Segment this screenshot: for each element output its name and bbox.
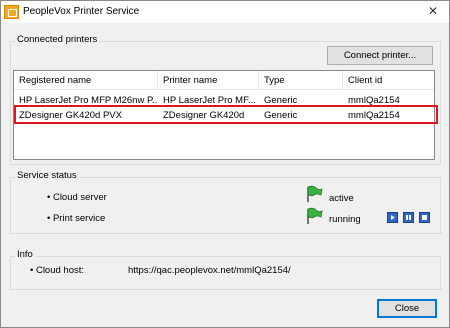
green-flag-icon: [305, 207, 323, 225]
printer-service-window: PeopleVox Printer Service ✕ Connected pr…: [0, 0, 450, 328]
connected-printers-label: Connected printers: [15, 34, 100, 45]
info-label: Info: [15, 249, 35, 260]
connect-printer-button[interactable]: Connect printer...: [327, 46, 433, 65]
window-title: PeopleVox Printer Service: [23, 6, 140, 17]
green-flag-icon: [305, 185, 323, 203]
cloud-host-label: • Cloud host:: [30, 265, 85, 276]
column-header-printer-name[interactable]: Printer name: [158, 71, 259, 90]
stop-icon[interactable]: [419, 212, 430, 223]
print-service-status: running: [329, 214, 361, 225]
close-icon[interactable]: ✕: [425, 3, 441, 19]
service-status-label: Service status: [15, 170, 79, 181]
cloud-host-value: https://qac.peoplevox.net/mmlQa2154/: [128, 265, 291, 276]
pause-icon[interactable]: [403, 212, 414, 223]
column-header-client-id[interactable]: Client id: [343, 71, 434, 90]
listview-header: Registered name Printer name Type Client…: [14, 71, 434, 90]
title-bar: PeopleVox Printer Service ✕: [1, 1, 449, 23]
row-highlight-box: [14, 105, 438, 124]
column-header-type[interactable]: Type: [259, 71, 343, 90]
cloud-server-status: active: [329, 193, 354, 204]
column-header-registered-name[interactable]: Registered name: [14, 71, 158, 90]
print-service-label: • Print service: [47, 213, 106, 224]
peoplevox-logo-icon: [4, 5, 19, 19]
play-icon[interactable]: [387, 212, 398, 223]
cloud-server-label: • Cloud server: [47, 192, 107, 203]
close-button[interactable]: Close: [377, 299, 437, 318]
